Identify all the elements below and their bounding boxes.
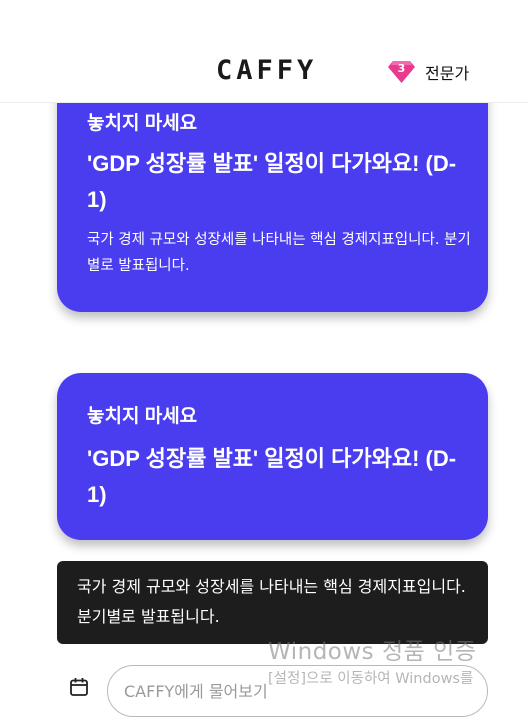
app-header: CAFFY 3 전문가 xyxy=(0,0,528,103)
level-number: 3 xyxy=(397,62,406,75)
card-eyebrow: 놓치지 마세요 xyxy=(87,406,198,427)
schedule-card[interactable]: 놓치지 마세요 'GDP 성장률 발표' 일정이 다가와요! (D-1) xyxy=(57,373,488,540)
card-eyebrow: 놓치지 마세요 xyxy=(87,113,198,134)
calendar-icon[interactable] xyxy=(68,676,90,698)
gem-icon: 3 xyxy=(388,60,415,84)
schedule-card[interactable]: 놓치지 마세요 'GDP 성장률 발표' 일정이 다가와요! (D-1) 국가 … xyxy=(57,80,488,312)
level-label: 전문가 xyxy=(425,64,470,83)
card-title: 'GDP 성장률 발표' 일정이 다가와요! (D-1) xyxy=(87,446,457,507)
user-level-badge[interactable]: 3 전문가 xyxy=(388,58,469,86)
card-title: 'GDP 성장률 발표' 일정이 다가와요! (D-1) xyxy=(87,151,457,212)
ask-caffy-input[interactable] xyxy=(107,665,488,717)
caffy-logo[interactable]: CAFFY xyxy=(216,56,317,86)
card-description: 국가 경제 규모와 성장세를 나타내는 핵심 경제지표입니다. 분기별로 발표됩… xyxy=(87,232,471,274)
description-tooltip: 국가 경제 규모와 성장세를 나타내는 핵심 경제지표입니다. 분기별로 발표됩… xyxy=(57,561,488,644)
